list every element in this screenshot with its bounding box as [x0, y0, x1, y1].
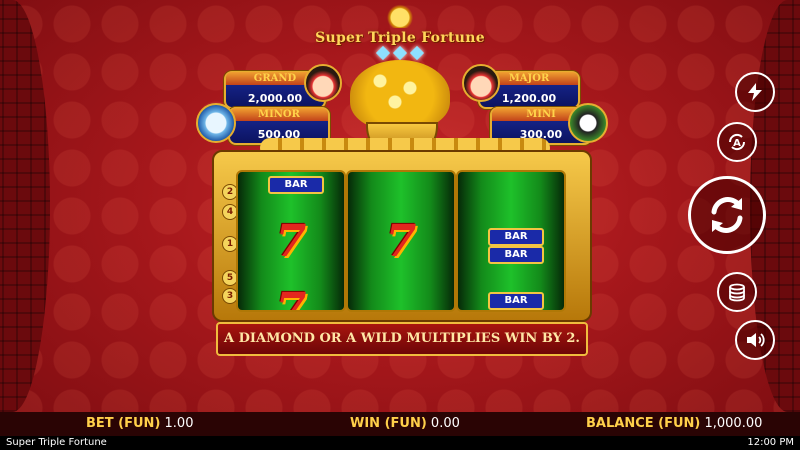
- panda-icon: [568, 103, 608, 143]
- sound-button[interactable]: [735, 320, 775, 360]
- game-stage: Super Triple Fortune GRAND 2,000.00 MINO…: [0, 0, 800, 450]
- status-app-title: Super Triple Fortune: [6, 437, 107, 448]
- reel-1: BAR 7 7: [236, 170, 346, 312]
- seven-symbol: 7: [275, 284, 307, 312]
- win-value: 0.00: [430, 416, 460, 431]
- balance-label: BALANCE (FUN): [586, 416, 701, 431]
- bet-button[interactable]: [717, 272, 757, 312]
- turbo-button[interactable]: [735, 72, 775, 112]
- girl-character-icon: [462, 64, 500, 102]
- game-title: Super Triple Fortune: [315, 30, 485, 46]
- autoplay-button[interactable]: A: [717, 122, 757, 162]
- status-clock: 12:00 PM: [747, 437, 794, 448]
- info-banner: A DIAMOND OR A WILD MULTIPLIES WIN BY 2.: [216, 322, 588, 356]
- bet-value: 1.00: [164, 416, 194, 431]
- bet-display: BET (FUN) 1.00: [86, 412, 193, 436]
- coin-stack-icon: [729, 283, 745, 302]
- bar-symbol: BAR: [488, 292, 544, 310]
- seven-symbol: 7: [275, 216, 307, 267]
- speaker-icon: [747, 333, 765, 347]
- bottom-bar: BET (FUN) 1.00 WIN (FUN) 0.00 BALANCE (F…: [0, 412, 800, 436]
- bar-symbol: BAR: [488, 228, 544, 246]
- bet-label: BET (FUN): [86, 416, 161, 431]
- balance-display: BALANCE (FUN) 1,000.00: [586, 412, 762, 436]
- reel-2: 7: [346, 170, 456, 312]
- bar-symbol: BAR: [268, 176, 324, 194]
- win-label: WIN (FUN): [350, 416, 427, 431]
- spin-button[interactable]: [688, 176, 766, 254]
- seven-symbol: 7: [385, 216, 417, 267]
- spin-icon: [711, 197, 743, 233]
- lightning-icon: [748, 83, 762, 101]
- jackpot-minor-label: MINOR: [230, 108, 328, 121]
- win-display: WIN (FUN) 0.00: [350, 412, 460, 436]
- autoplay-icon: A: [728, 133, 746, 151]
- tiger-icon: [196, 103, 236, 143]
- girl-character-icon: [304, 64, 342, 102]
- status-bar: Super Triple Fortune 12:00 PM: [0, 436, 800, 450]
- balance-value: 1,000.00: [704, 416, 763, 431]
- gold-crown-ornament: [380, 2, 420, 28]
- reel-3: BAR BAR BAR: [456, 170, 566, 312]
- bar-symbol: BAR: [488, 246, 544, 264]
- svg-text:A: A: [733, 138, 741, 149]
- gold-coins: [350, 60, 450, 130]
